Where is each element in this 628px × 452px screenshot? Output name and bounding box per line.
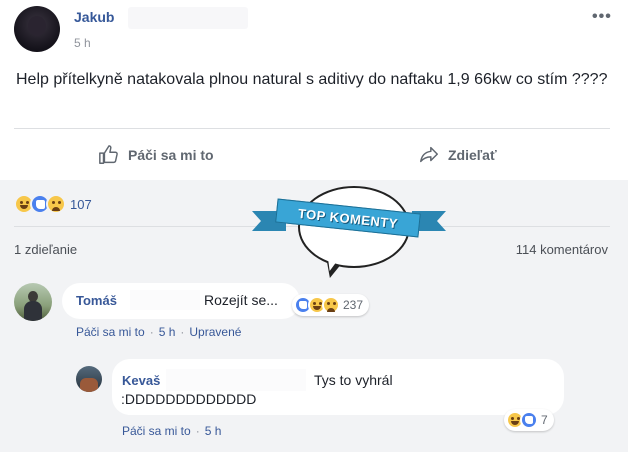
sad-icon bbox=[322, 296, 340, 314]
post-author-name[interactable]: Jakub bbox=[74, 9, 114, 25]
reply-like-link[interactable]: Páči sa mi to bbox=[122, 424, 191, 438]
share-button[interactable]: Zdieľať bbox=[418, 142, 497, 168]
reply-text-line1: Tys to vyhrál bbox=[314, 372, 393, 388]
like-button[interactable]: Páči sa mi to bbox=[98, 142, 214, 168]
comment-edited-link[interactable]: Upravené bbox=[189, 325, 241, 339]
comment-text: Rozejít se... bbox=[204, 292, 278, 308]
comment-meta: Páči sa mi to · 5 h · Upravené bbox=[76, 325, 241, 339]
thumbs-up-icon bbox=[99, 145, 118, 164]
reply-reactions[interactable]: 7 bbox=[504, 409, 554, 431]
reply-meta: Páči sa mi to · 5 h bbox=[122, 424, 221, 438]
divider bbox=[14, 128, 610, 129]
post-timestamp[interactable]: 5 h bbox=[74, 36, 91, 50]
comment-reactions-count: 237 bbox=[343, 298, 364, 312]
post-text: Help přítelkyně natakovala plnou natural… bbox=[16, 71, 608, 88]
share-label: Zdieľať bbox=[448, 147, 497, 163]
comment-author[interactable]: Tomáš bbox=[76, 293, 117, 308]
separator: · bbox=[149, 325, 154, 339]
comment-reactions[interactable]: 237 bbox=[292, 294, 370, 316]
separator: · bbox=[180, 325, 185, 339]
separator: · bbox=[195, 424, 200, 438]
author-avatar[interactable] bbox=[14, 6, 60, 52]
like-icon bbox=[520, 411, 538, 429]
commenter-avatar[interactable] bbox=[14, 283, 52, 321]
comment-time[interactable]: 5 h bbox=[159, 325, 176, 339]
redacted-surname bbox=[130, 290, 200, 310]
reactions-summary[interactable]: 107 bbox=[14, 194, 92, 214]
redacted-surname bbox=[128, 7, 248, 29]
facebook-post: Jakub 5 h ••• Help přítelkyně natakovala… bbox=[0, 0, 628, 452]
shares-count[interactable]: 1 zdieľanie bbox=[14, 242, 77, 257]
reply-text-line2: :DDDDDDDDDDDDD bbox=[121, 391, 257, 407]
reply-author[interactable]: Kevaš bbox=[122, 373, 160, 388]
more-options-icon[interactable]: ••• bbox=[592, 8, 612, 26]
reply-avatar[interactable] bbox=[76, 366, 102, 392]
share-arrow-icon bbox=[420, 146, 438, 163]
like-label: Páči sa mi to bbox=[128, 147, 214, 163]
reply-time[interactable]: 5 h bbox=[205, 424, 222, 438]
comments-count[interactable]: 114 komentárov bbox=[516, 242, 608, 257]
reply-reactions-count: 7 bbox=[541, 413, 548, 427]
comment-like-link[interactable]: Páči sa mi to bbox=[76, 325, 145, 339]
sad-icon bbox=[46, 194, 66, 214]
redacted-surname bbox=[166, 369, 306, 391]
reactions-count: 107 bbox=[70, 196, 92, 212]
